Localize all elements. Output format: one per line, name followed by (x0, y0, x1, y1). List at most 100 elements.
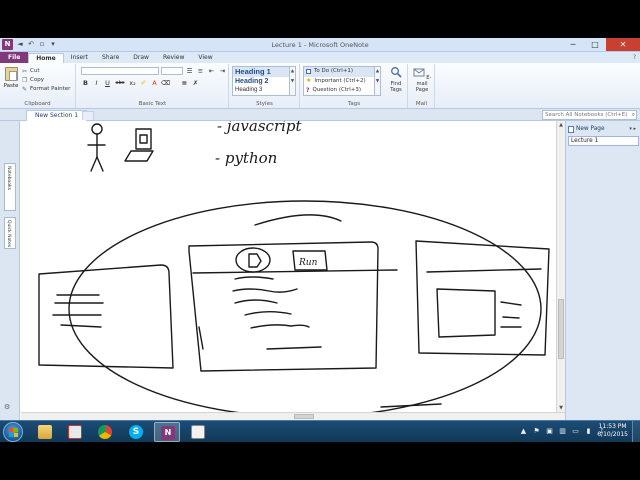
page-item-lecture-1[interactable]: Lecture 1 (568, 136, 639, 146)
tags-scroll[interactable]: ▲ ▼ (375, 66, 381, 96)
clear-formatting-icon[interactable]: ⌫ (161, 79, 170, 88)
clock-date: 6/10/2015 (597, 431, 628, 438)
start-button[interactable] (3, 422, 23, 442)
snipping-tool-icon (68, 425, 82, 439)
style-heading-2[interactable]: Heading 2 (233, 77, 289, 87)
align-icon[interactable]: ≣ (180, 79, 189, 88)
copy-button[interactable]: ❐ Copy (22, 76, 70, 85)
bold-button[interactable]: B (81, 79, 90, 88)
maximize-button[interactable]: □ (584, 38, 606, 51)
show-desktop-button[interactable] (632, 421, 640, 443)
ribbon-home: Paste ✂ Cut ❐ Copy ✎ Format Painter Clipboa… (0, 63, 640, 109)
battery-icon[interactable]: ▭ (571, 427, 580, 436)
tab-draw[interactable]: Draw (126, 53, 156, 63)
windows-taskbar: S N ▲ ⚑ ▣ ▥ ▭ ▮ ♪ 11:53 PM 6/10/2015 (0, 420, 640, 443)
flag-icon[interactable]: ⚑ (532, 427, 541, 436)
quick-notes-label: Quick Notes (6, 220, 11, 248)
style-heading-3[interactable]: Heading 3 (233, 86, 289, 96)
checkbox-icon (306, 69, 311, 75)
scissors-icon: ✂ (22, 67, 28, 75)
horizontal-scrollbar[interactable] (21, 412, 565, 420)
scroll-up-icon[interactable]: ▲ (557, 121, 565, 129)
tab-home[interactable]: Home (28, 53, 64, 63)
horizontal-scroll-thumb[interactable] (294, 414, 314, 419)
note-canvas[interactable]: - javascript - python Run (21, 121, 556, 412)
notebooks-button[interactable]: Notebooks (4, 163, 16, 211)
close-button[interactable]: ✕ (606, 38, 640, 51)
show-hidden-icons-icon[interactable]: ▲ (519, 427, 528, 436)
tag-question[interactable]: ? Question (Ctrl+3) (304, 86, 374, 96)
tag-important[interactable]: ★ Important (Ctrl+2) (304, 77, 374, 87)
center-editor-sketch: Run (188, 241, 398, 372)
basic-text-group-label: Basic Text (138, 101, 167, 107)
erase-icon[interactable]: ✗ (191, 79, 200, 88)
document-icon (191, 425, 205, 439)
add-section-tab[interactable] (82, 111, 94, 120)
new-page-button[interactable]: New Page ▾ ▸ (568, 124, 639, 134)
tab-file[interactable]: File (0, 52, 29, 63)
minimize-button[interactable]: ─ (562, 38, 584, 51)
search-icon[interactable]: ⌕ (632, 111, 635, 119)
taskbar-onenote[interactable]: N (154, 422, 180, 442)
laptop-sketch (124, 128, 154, 162)
italic-button[interactable]: I (92, 79, 101, 88)
styles-scroll[interactable]: ▲ ▼ (290, 66, 296, 96)
vertical-scroll-thumb[interactable] (558, 299, 564, 359)
onenote-icon: N (161, 426, 175, 440)
ink-text-run: Run (298, 258, 318, 268)
indent-icon[interactable]: ⇥ (218, 67, 227, 76)
tag-todo[interactable]: To Do (Ctrl+1) (304, 67, 374, 77)
display-icon[interactable]: ▣ (545, 427, 554, 436)
numbering-icon[interactable]: ≡ (196, 67, 205, 76)
subscript-icon[interactable]: x₂ (128, 79, 137, 88)
underline-button[interactable]: U (103, 79, 112, 88)
expand-nav-icon[interactable]: ⚙ (4, 403, 16, 413)
paste-button[interactable]: Paste (3, 67, 19, 93)
format-row: B I U abc x₂ ✐ A ⌫ ≣ ✗ (81, 79, 200, 88)
windows-logo-icon (9, 428, 18, 437)
strikethrough-button[interactable]: abc (114, 79, 126, 88)
clock[interactable]: 11:53 PM 6/10/2015 (597, 423, 628, 439)
clipboard-group: Paste ✂ Cut ❐ Copy ✎ Format Painter Clipboa… (0, 64, 76, 108)
font-size-dropdown[interactable] (161, 67, 183, 75)
window-title: Lecture 1 - Microsoft OneNote (271, 41, 369, 49)
stick-figure-sketch (87, 123, 106, 172)
section-tab-new-section-1[interactable]: New Section 1 (26, 110, 88, 121)
taskbar-chrome[interactable] (92, 422, 118, 442)
taskbar-explorer[interactable] (32, 422, 58, 442)
search-input[interactable]: Search All Notebooks (Ctrl+E) ⌕ (542, 110, 637, 120)
highlight-icon[interactable]: ✐ (139, 79, 148, 88)
network-icon[interactable]: ▥ (558, 427, 567, 436)
quick-notes-button[interactable]: Quick Notes (4, 217, 16, 249)
tab-share[interactable]: Share (95, 53, 126, 63)
star-icon: ★ (306, 77, 312, 85)
style-heading-1[interactable]: Heading 1 (233, 67, 289, 77)
font-color-icon[interactable]: A (150, 79, 159, 88)
copy-icon: ❐ (22, 76, 28, 84)
folder-icon (38, 425, 52, 439)
tab-view[interactable]: View (191, 53, 219, 63)
paste-label: Paste (3, 83, 19, 89)
question-icon: ? (306, 87, 310, 94)
cut-button[interactable]: ✂ Cut (22, 67, 70, 76)
signal-icon[interactable]: ▮ (584, 427, 593, 436)
taskbar-file-viewer[interactable] (185, 422, 211, 442)
bullets-icon[interactable]: ☰ (185, 67, 194, 76)
font-family-dropdown[interactable] (81, 67, 159, 75)
taskbar-snipping[interactable] (62, 422, 88, 442)
tab-insert[interactable]: Insert (64, 53, 95, 63)
taskbar-skype[interactable]: S (123, 422, 149, 442)
find-tags-button[interactable]: Find Tags (385, 66, 407, 93)
title-bar: N ◄ ↶ ▫ ▾ Lecture 1 - Microsoft OneNote … (0, 38, 640, 52)
page-pane: New Page ▾ ▸ Lecture 1 (565, 121, 640, 420)
email-page-button[interactable]: E-mail Page (411, 66, 433, 93)
letterbox-top (0, 0, 640, 38)
help-icon[interactable]: ? (633, 54, 636, 61)
vertical-scrollbar[interactable]: ▲ ▼ (556, 121, 565, 412)
chevron-down-icon[interactable]: ▾ ▸ (629, 124, 636, 134)
outdent-icon[interactable]: ⇤ (207, 67, 216, 76)
format-painter-button[interactable]: ✎ Format Painter (22, 85, 70, 94)
tab-review[interactable]: Review (156, 53, 191, 63)
tags-group-label: Tags (347, 101, 361, 107)
scroll-down-icon[interactable]: ▼ (557, 404, 565, 412)
